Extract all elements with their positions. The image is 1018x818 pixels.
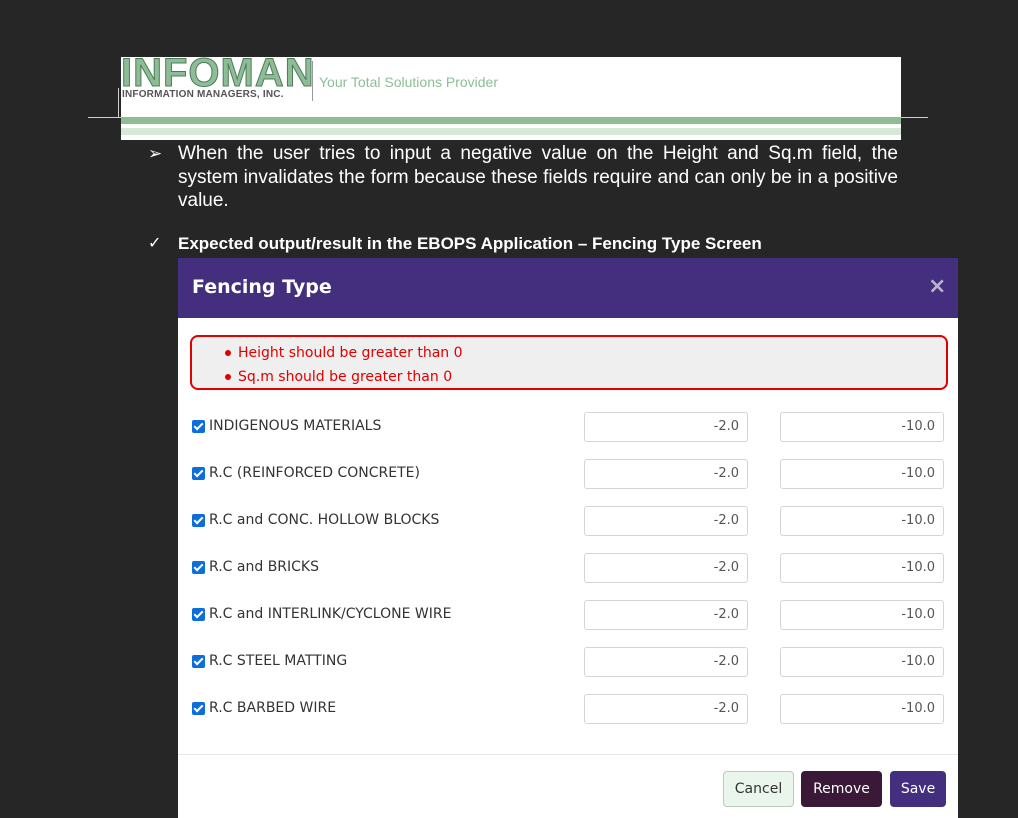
sqm-input[interactable]: -10.0 bbox=[780, 600, 944, 630]
height-input[interactable]: -2.0 bbox=[584, 600, 748, 630]
cancel-button[interactable]: Cancel bbox=[723, 771, 794, 807]
fencing-checkbox[interactable] bbox=[192, 702, 205, 715]
fencing-row: INDIGENOUS MATERIALS -2.0 -10.0 bbox=[178, 412, 958, 444]
fencing-checkbox[interactable] bbox=[192, 514, 205, 527]
modal-title: Fencing Type bbox=[192, 276, 332, 298]
check-bullet-icon: ✓ bbox=[148, 233, 162, 252]
fencing-row: R.C and BRICKS -2.0 -10.0 bbox=[178, 553, 958, 585]
infoman-logo: INFOMAN bbox=[121, 57, 315, 95]
fencing-label: R.C and BRICKS bbox=[209, 559, 319, 575]
banner-stripe bbox=[121, 128, 901, 135]
sqm-input[interactable]: -10.0 bbox=[780, 412, 944, 442]
fencing-label: R.C BARBED WIRE bbox=[209, 700, 337, 716]
height-input[interactable]: -2.0 bbox=[584, 459, 748, 489]
validation-error-summary: Height should be greater than 0 Sq.m sho… bbox=[190, 335, 948, 390]
sqm-input[interactable]: -10.0 bbox=[780, 506, 944, 536]
margin-corner-mark bbox=[118, 88, 119, 118]
close-icon[interactable]: × bbox=[928, 274, 946, 299]
height-input[interactable]: -2.0 bbox=[584, 412, 748, 442]
tagline: Your Total Solutions Provider bbox=[319, 74, 498, 90]
arrow-bullet-icon: ➢ bbox=[148, 144, 163, 164]
description-paragraph: When the user tries to input a negative … bbox=[178, 143, 898, 211]
fencing-label: R.C (REINFORCED CONCRETE) bbox=[209, 465, 420, 481]
fencing-label: R.C and INTERLINK/CYCLONE WIRE bbox=[209, 606, 452, 622]
error-message-height: Height should be greater than 0 bbox=[225, 341, 946, 365]
error-message-sqm: Sq.m should be greater than 0 bbox=[225, 365, 946, 389]
sqm-input[interactable]: -10.0 bbox=[780, 647, 944, 677]
logo-subtitle: INFORMATION MANAGERS, INC. bbox=[122, 89, 284, 100]
fencing-row: R.C (REINFORCED CONCRETE) -2.0 -10.0 bbox=[178, 459, 958, 491]
sqm-input[interactable]: -10.0 bbox=[780, 553, 944, 583]
height-input[interactable]: -2.0 bbox=[584, 647, 748, 677]
fencing-row: R.C and INTERLINK/CYCLONE WIRE -2.0 -10.… bbox=[178, 600, 958, 632]
fencing-type-modal: Fencing Type × Height should be greater … bbox=[178, 258, 958, 818]
header-rule-right bbox=[901, 117, 928, 118]
fencing-checkbox[interactable] bbox=[192, 608, 205, 621]
fencing-row: R.C and CONC. HOLLOW BLOCKS -2.0 -10.0 bbox=[178, 506, 958, 538]
modal-footer-divider bbox=[178, 754, 958, 755]
fencing-label: R.C STEEL MATTING bbox=[209, 653, 348, 669]
fencing-checkbox[interactable] bbox=[192, 420, 205, 433]
height-input[interactable]: -2.0 bbox=[584, 553, 748, 583]
fencing-label: R.C and CONC. HOLLOW BLOCKS bbox=[209, 512, 440, 528]
fencing-checkbox[interactable] bbox=[192, 561, 205, 574]
banner-stripe bbox=[121, 117, 901, 124]
expected-output-heading: Expected output/result in the EBOPS Appl… bbox=[178, 234, 762, 253]
height-input[interactable]: -2.0 bbox=[584, 506, 748, 536]
fencing-label: INDIGENOUS MATERIALS bbox=[209, 418, 382, 434]
height-input[interactable]: -2.0 bbox=[584, 694, 748, 724]
fencing-checkbox[interactable] bbox=[192, 655, 205, 668]
save-button[interactable]: Save bbox=[890, 771, 946, 807]
sqm-input[interactable]: -10.0 bbox=[780, 459, 944, 489]
error-list: Height should be greater than 0 Sq.m sho… bbox=[192, 337, 946, 389]
fencing-checkbox[interactable] bbox=[192, 467, 205, 480]
remove-button[interactable]: Remove bbox=[801, 771, 882, 807]
fencing-row: R.C BARBED WIRE -2.0 -10.0 bbox=[178, 694, 958, 726]
sqm-input[interactable]: -10.0 bbox=[780, 694, 944, 724]
infoman-banner: INFOMAN INFORMATION MANAGERS, INC. Your … bbox=[121, 57, 901, 140]
logo-divider bbox=[312, 61, 313, 101]
fencing-row: R.C STEEL MATTING -2.0 -10.0 bbox=[178, 647, 958, 679]
modal-header: Fencing Type × bbox=[178, 258, 958, 318]
header-rule-left bbox=[88, 117, 121, 118]
